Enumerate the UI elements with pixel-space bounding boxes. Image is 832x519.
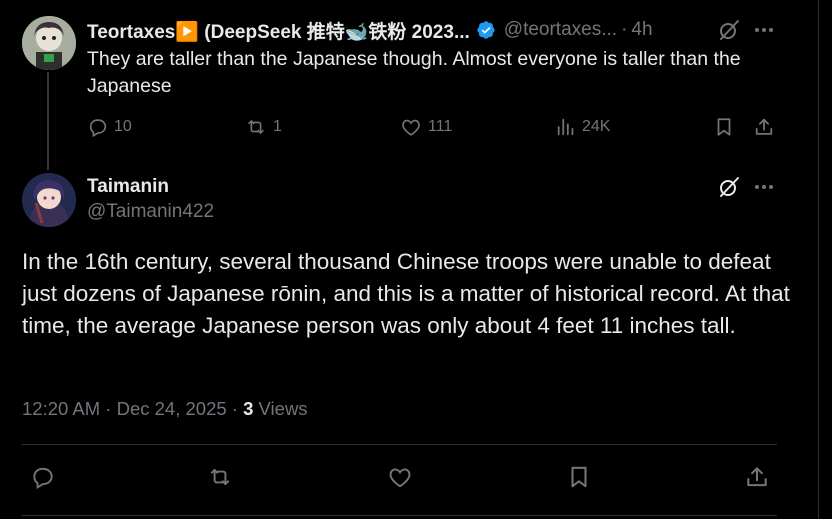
share-icon: [747, 467, 767, 487]
reply-header: Teortaxes▶️ (DeepSeek 推特🐋铁粉 2023... @teo…: [87, 17, 653, 44]
tweet-text: They are taller than the Japanese though…: [87, 48, 741, 97]
view-count: 3: [243, 398, 254, 419]
handle[interactable]: @teortaxes...: [504, 19, 617, 41]
like-button[interactable]: [386, 464, 414, 490]
thread-connector: [47, 72, 49, 170]
grok-icon[interactable]: [717, 18, 741, 42]
verified-badge-icon: [476, 20, 496, 40]
views-label: Views: [258, 398, 308, 419]
avatar[interactable]: [22, 16, 76, 70]
reply-tweet[interactable]: Teortaxes▶️ (DeepSeek 推特🐋铁粉 2023... @teo…: [0, 0, 818, 170]
display-name[interactable]: Teortaxes▶️ (DeepSeek 推特🐋铁粉 2023...: [87, 17, 470, 44]
handle[interactable]: @Taimanin422: [87, 201, 214, 223]
views-count: 24K: [582, 118, 611, 135]
reply-button[interactable]: [30, 464, 56, 490]
repost-button[interactable]: [206, 464, 234, 490]
views-button[interactable]: 24K: [555, 116, 610, 138]
like-count: 111: [428, 118, 453, 135]
reply-icon: [89, 119, 107, 138]
reply-button[interactable]: 10: [87, 116, 132, 138]
more-icon[interactable]: [752, 18, 776, 42]
separator: ·: [621, 19, 628, 40]
more-icon[interactable]: [752, 175, 776, 199]
repost-icon: [248, 120, 264, 134]
repost-button[interactable]: 1: [244, 116, 282, 138]
tweet-meta: 12:20 AM · Dec 24, 2025 · 3 Views: [22, 398, 308, 420]
repost-icon: [210, 468, 230, 486]
main-action-bar: [22, 460, 782, 494]
tweet-thread: Teortaxes▶️ (DeepSeek 推特🐋铁粉 2023... @teo…: [0, 0, 832, 519]
reply-action-bar: 10 1 111 24K: [87, 116, 787, 142]
bookmark-button[interactable]: [713, 116, 735, 138]
like-icon: [389, 468, 411, 488]
reply-icon: [33, 467, 53, 490]
divider: [22, 515, 777, 516]
like-button[interactable]: 111: [399, 116, 452, 138]
share-button[interactable]: [744, 464, 770, 490]
share-icon: [755, 118, 773, 135]
separator: ·: [231, 398, 238, 419]
grok-icon[interactable]: [717, 175, 741, 199]
tweet-text: In the 16th century, several thousand Ch…: [22, 249, 790, 338]
display-name[interactable]: Taimanin: [87, 176, 169, 198]
bookmark-button[interactable]: [566, 464, 592, 490]
avatar[interactable]: [22, 173, 76, 227]
column-border: [818, 0, 819, 519]
share-button[interactable]: [753, 116, 775, 138]
repost-count: 1: [273, 118, 282, 135]
views-icon: [557, 118, 574, 136]
like-icon: [402, 119, 420, 136]
reply-count: 10: [114, 118, 132, 135]
timestamp[interactable]: 4h: [631, 19, 652, 41]
bookmark-icon: [571, 466, 587, 488]
bookmark-icon: [717, 118, 731, 136]
divider: [22, 444, 777, 445]
post-timestamp[interactable]: 12:20 AM · Dec 24, 2025: [22, 398, 227, 419]
